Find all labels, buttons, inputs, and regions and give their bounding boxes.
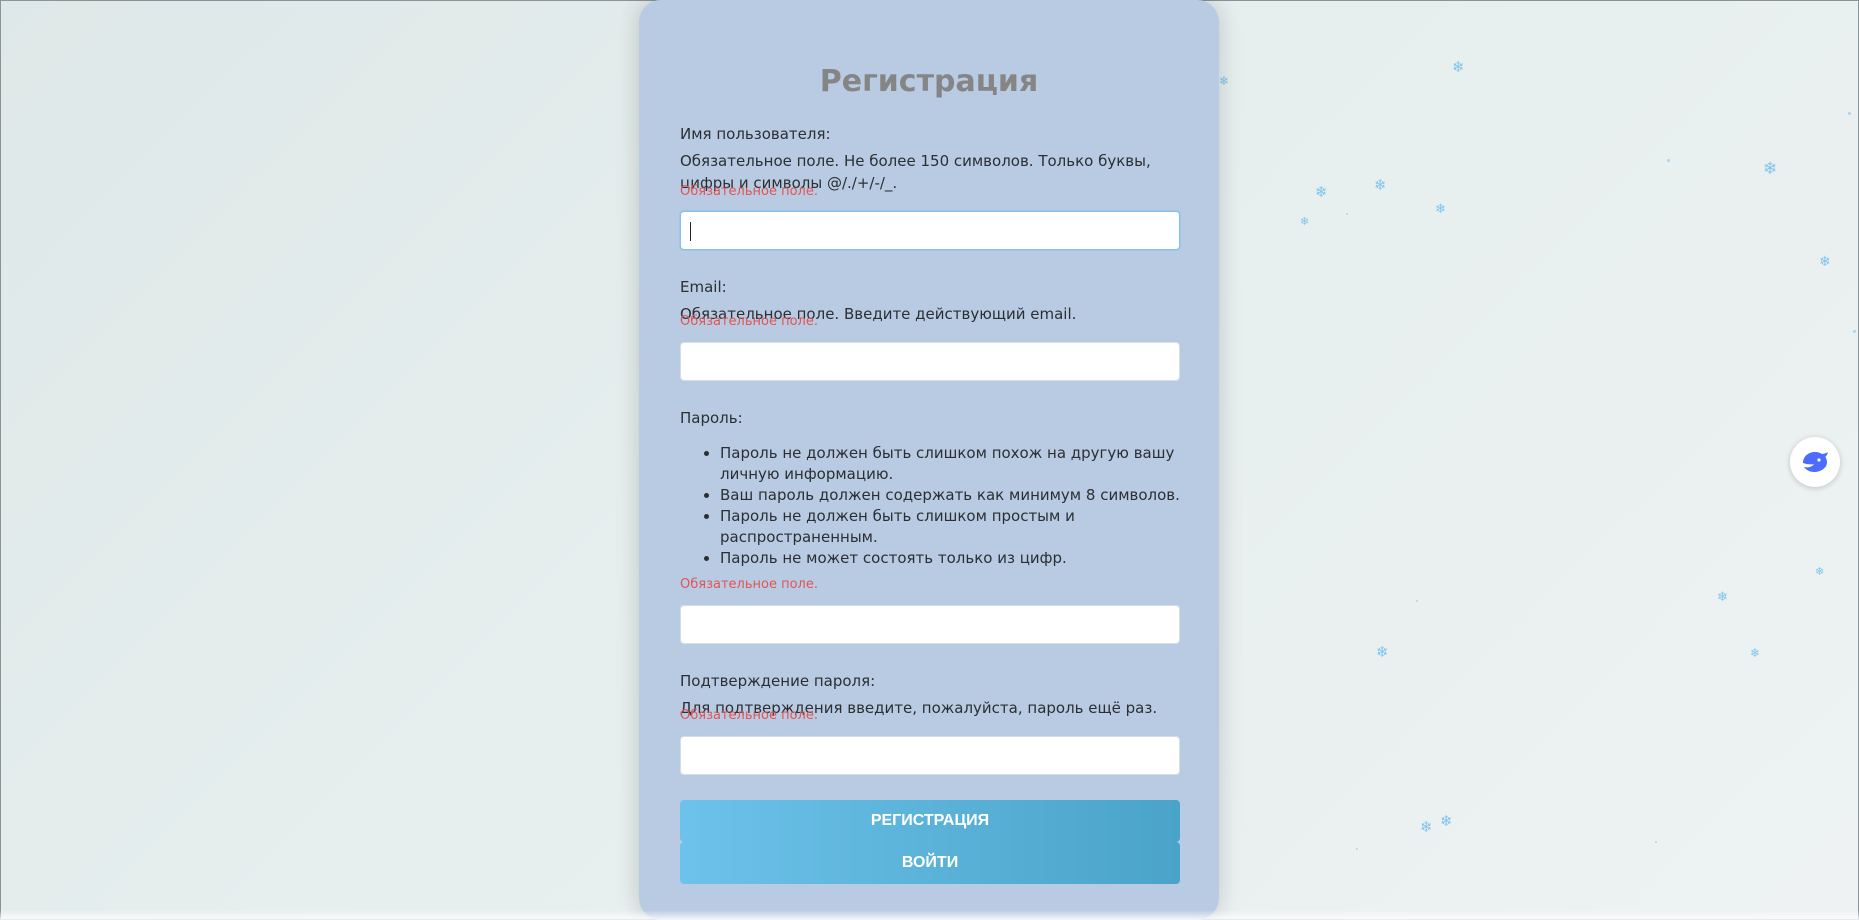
snow-dot: [1416, 600, 1418, 602]
password-rule: Пароль не должен быть слишком простым и …: [720, 506, 1200, 548]
assistant-widget-button[interactable]: [1790, 437, 1840, 487]
snow-dot: [1848, 112, 1851, 115]
snowflake-icon: ❄: [1440, 812, 1453, 830]
snowflake-icon: ❄: [1815, 565, 1825, 578]
snowflake-icon: ❄: [1435, 202, 1446, 217]
snowflake-icon: ❄: [1315, 183, 1328, 201]
snowflake-icon: ❄: [1763, 159, 1778, 179]
password-confirm-label: Подтверждение пароля:: [680, 672, 876, 690]
password-confirm-input[interactable]: [680, 736, 1180, 775]
password-confirm-error: Обязательное поле.: [680, 708, 818, 723]
username-error: Обязательное поле.: [680, 184, 818, 199]
password-rules-list: Пароль не должен быть слишком похож на д…: [680, 443, 1200, 569]
text-caret: [690, 222, 691, 241]
page-title: Регистрация: [819, 64, 1039, 99]
snowflake-icon: ❄: [1300, 215, 1310, 228]
snowflake-icon: ❄: [1750, 646, 1761, 660]
snowflake-icon: ❄: [1717, 590, 1728, 605]
snowflake-icon: ❄: [1374, 176, 1387, 194]
password-label: Пароль:: [680, 409, 743, 427]
snow-dot: [1853, 330, 1856, 333]
snow-dot: [1667, 159, 1670, 162]
snow-dot: [1655, 841, 1657, 843]
page: { "form": { "title": "Регистрация", "use…: [0, 0, 1859, 920]
email-error: Обязательное поле.: [680, 314, 818, 329]
password-error: Обязательное поле.: [680, 577, 818, 592]
password-rule: Пароль не может состоять только из цифр.: [720, 548, 1200, 569]
password-rule: Пароль не должен быть слишком похож на д…: [720, 443, 1200, 485]
snowflake-icon: ❄: [1219, 74, 1230, 88]
snowflake-icon: ❄: [1420, 818, 1433, 836]
whale-icon: [1803, 452, 1828, 472]
username-input[interactable]: [680, 211, 1180, 250]
email-input[interactable]: [680, 342, 1180, 381]
register-button[interactable]: РЕГИСТРАЦИЯ: [680, 800, 1180, 842]
snowflake-icon: ❄: [1376, 643, 1389, 661]
username-label: Имя пользователя:: [680, 125, 831, 143]
password-input[interactable]: [680, 605, 1180, 644]
snowflake-icon: ❄: [1452, 58, 1465, 76]
snow-dot: [1346, 213, 1348, 215]
login-button[interactable]: ВОЙТИ: [680, 842, 1180, 884]
bottom-glow: [0, 910, 1859, 920]
snow-dot: [1356, 848, 1358, 850]
registration-card: Регистрация Имя пользователя: Обязательн…: [639, 0, 1219, 920]
email-label: Email:: [680, 278, 727, 296]
password-rule: Ваш пароль должен содержать как минимум …: [720, 485, 1200, 506]
snowflake-icon: ❄: [1819, 254, 1831, 270]
